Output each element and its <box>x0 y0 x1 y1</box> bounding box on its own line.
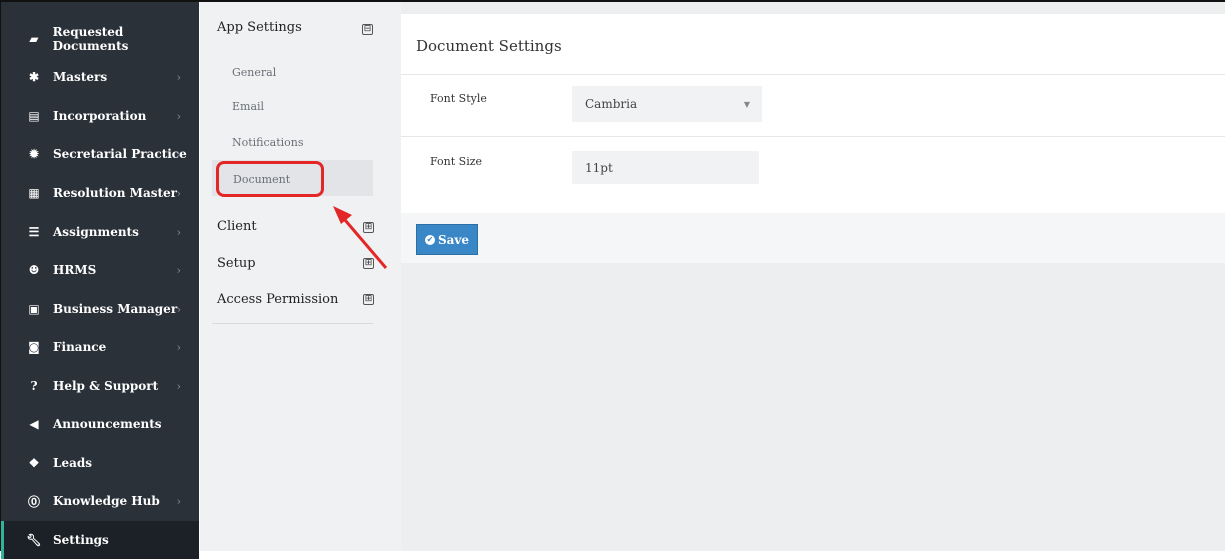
sidebar-item-label: HRMS <box>53 263 97 277</box>
sidebar-item-assignments[interactable]: ☰ Assignments › <box>1 213 199 251</box>
expand-icon[interactable]: ⊞ <box>363 222 374 233</box>
sidebar-item-finance[interactable]: ◙ Finance › <box>1 328 199 366</box>
sidebar-item-leads[interactable]: ❖ Leads <box>1 444 199 482</box>
font-size-input[interactable]: 11pt <box>572 151 759 184</box>
question-icon: ? <box>30 379 38 393</box>
cubes-icon: ❖ <box>28 456 40 470</box>
chevron-right-icon: › <box>176 302 181 316</box>
save-label: Save <box>437 232 470 247</box>
chevron-right-icon: › <box>176 70 181 84</box>
expand-icon[interactable]: ⊞ <box>363 258 374 269</box>
settings-submenu <box>200 2 401 551</box>
users-icon: ☻ <box>28 263 40 277</box>
font-style-select[interactable]: Cambria ▼ <box>572 86 762 122</box>
sidebar-item-label: Masters <box>53 70 108 84</box>
panel-title: Document Settings <box>416 37 562 55</box>
chevron-right-icon: › <box>176 379 181 393</box>
highlight-box <box>216 161 324 197</box>
check-circle-icon: ✔ <box>424 234 435 245</box>
chevron-right-icon: › <box>176 340 181 354</box>
grid-icon: ▦ <box>28 186 40 200</box>
sidebar-item-label: Assignments <box>53 225 139 239</box>
group-setup[interactable]: Setup <box>217 256 256 271</box>
tasks-icon: ☰ <box>28 225 40 239</box>
font-size-label: Font Size <box>430 155 483 168</box>
film-icon: ▣ <box>28 302 40 316</box>
sidebar-item-label: Business Manager <box>53 302 178 316</box>
dropdown-caret-icon: ▼ <box>743 99 750 109</box>
sidebar-item-masters[interactable]: ✱ Masters › <box>1 58 199 96</box>
sidebar-item-resolution-master[interactable]: ▦ Resolution Master › <box>1 174 199 212</box>
sidebar-item-settings[interactable]: 🔧︎ Settings <box>1 521 199 559</box>
chevron-right-icon: › <box>176 263 181 277</box>
asterisk-icon: ✱ <box>28 70 40 84</box>
money-icon: ◙ <box>28 340 40 354</box>
sidebar-item-business-manager[interactable]: ▣ Business Manager › <box>1 290 199 328</box>
subitem-email[interactable]: Email <box>232 100 264 113</box>
circle-question-icon: ⓪ <box>27 494 40 509</box>
sidebar-item-label: Resolution Master <box>53 186 177 200</box>
row-divider <box>401 136 1225 137</box>
group-client[interactable]: Client <box>217 219 257 234</box>
sidebar-item-label: Knowledge Hub <box>53 494 160 508</box>
sidebar-item-label: Finance <box>53 340 107 354</box>
sidebar-item-hrms[interactable]: ☻ HRMS › <box>1 251 199 289</box>
chevron-right-icon: › <box>176 186 181 200</box>
sidebar-item-label: Requested Documents <box>52 25 129 53</box>
sidebar-item-label: Settings <box>53 533 109 547</box>
megaphone-icon: ◀ <box>29 417 39 431</box>
sidebar-item-announcements[interactable]: ◀ Announcements <box>1 405 199 443</box>
chevron-right-icon: › <box>176 494 181 508</box>
chevron-right-icon: › <box>176 147 181 161</box>
save-button[interactable]: ✔ Save <box>416 224 478 255</box>
subitem-notifications[interactable]: Notifications <box>232 136 304 149</box>
font-style-value: Cambria <box>585 97 638 111</box>
collapse-icon[interactable]: ⊟ <box>362 24 373 35</box>
chevron-right-icon: › <box>176 225 181 239</box>
submenu-divider <box>212 323 373 324</box>
sidebar-item-secretarial-practice[interactable]: ✹ Secretarial Practice › <box>1 135 199 173</box>
book-icon: ▰ <box>29 32 39 46</box>
subitem-general[interactable]: General <box>232 66 276 79</box>
group-app-settings[interactable]: App Settings <box>217 20 302 35</box>
sidebar-item-label: Secretarial Practice <box>53 147 187 161</box>
main-sidebar: ▰ Requested Documents ✱ Masters › ▤ Inco… <box>1 2 199 559</box>
sidebar-item-knowledge-hub[interactable]: ⓪ Knowledge Hub › <box>1 482 199 520</box>
gear-icon: ✹ <box>28 147 40 161</box>
sidebar-item-label: Help & Support <box>53 379 159 393</box>
sidebar-item-label: Incorporation <box>53 109 147 123</box>
sidebar-item-incorporation[interactable]: ▤ Incorporation › <box>1 97 199 135</box>
sidebar-item-help-support[interactable]: ? Help & Support › <box>1 367 199 405</box>
sidebar-item-requested-documents[interactable]: ▰ Requested Documents <box>1 20 199 58</box>
header-divider <box>401 74 1225 75</box>
group-access-permission[interactable]: Access Permission <box>217 292 338 307</box>
wrench-icon: 🔧︎ <box>26 533 42 547</box>
sidebar-item-label: Announcements <box>53 417 162 431</box>
file-icon: ▤ <box>28 109 40 123</box>
chevron-right-icon: › <box>176 109 181 123</box>
sidebar-item-label: Leads <box>53 456 92 470</box>
font-size-value: 11pt <box>585 160 613 175</box>
panel-footer <box>401 213 1225 263</box>
expand-icon[interactable]: ⊞ <box>363 294 374 305</box>
font-style-label: Font Style <box>430 92 487 105</box>
